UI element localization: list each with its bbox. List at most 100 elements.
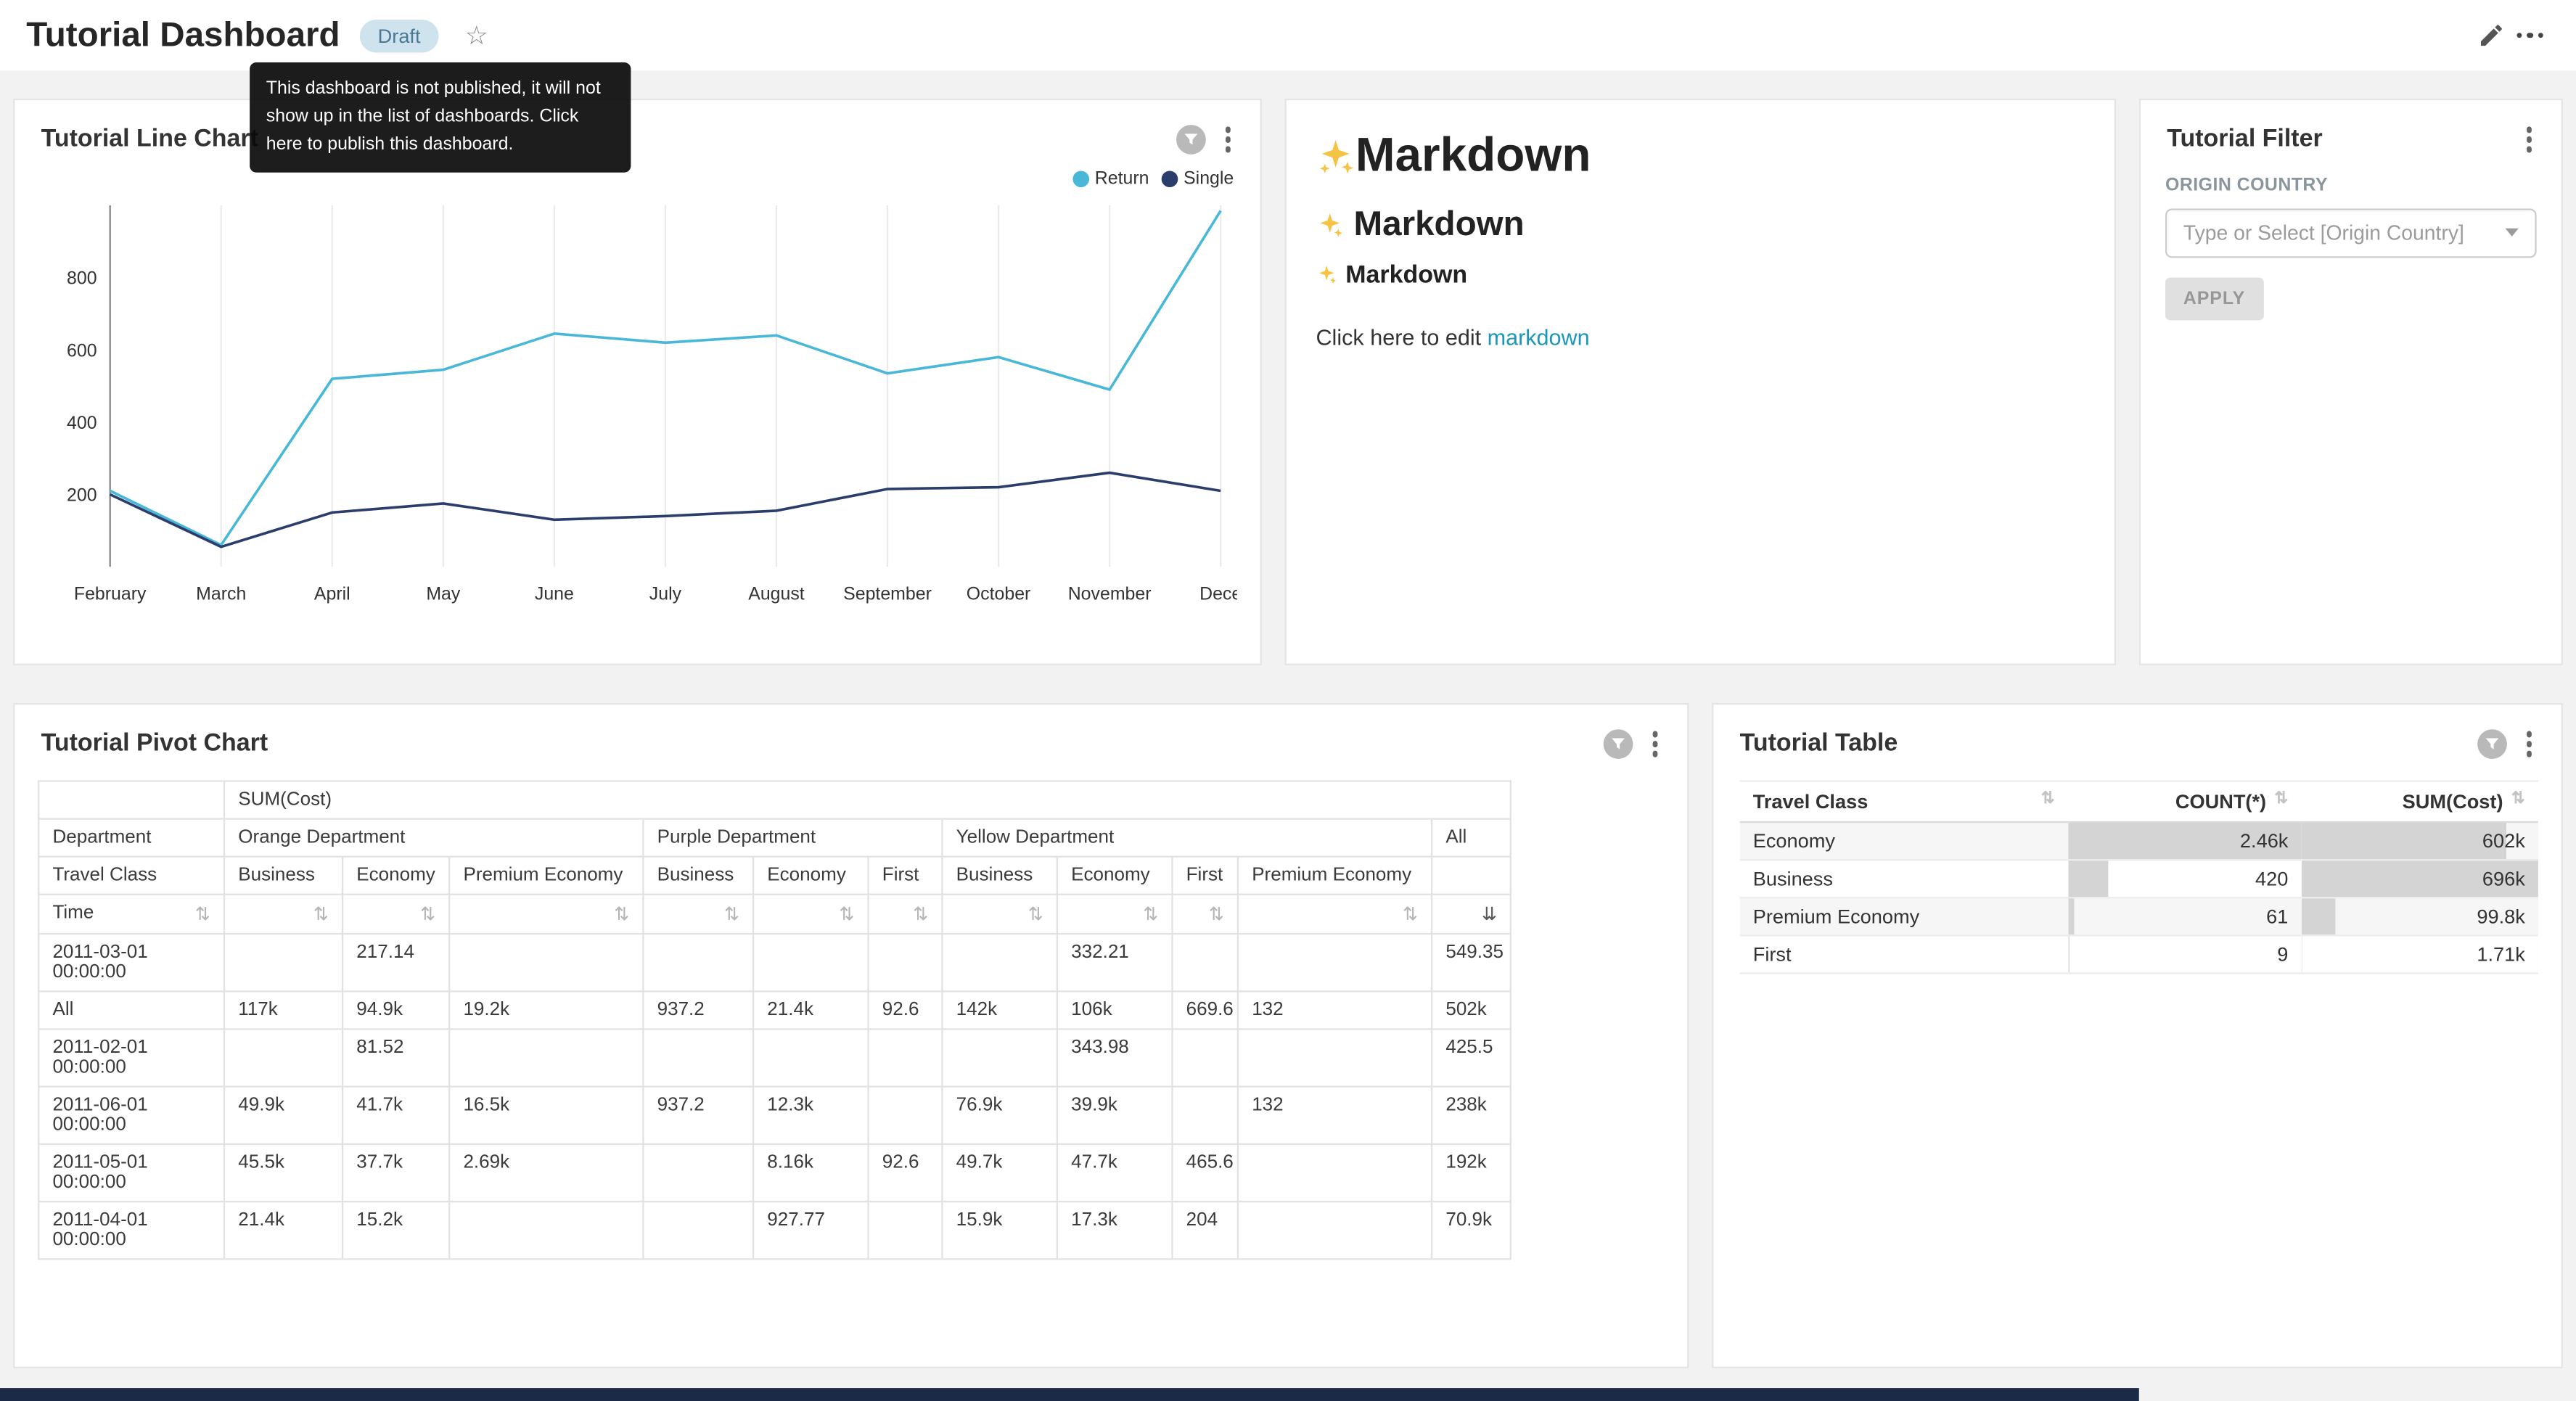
pivot-sort-cell: ⇅ [643,894,753,933]
sort-icon: ⇅ [2041,789,2055,808]
favorite-star-icon[interactable]: ☆ [465,19,488,52]
top-bar: Tutorial Dashboard Draft ☆ [0,0,2576,73]
sort-icon[interactable]: ⇅ [1403,903,1418,924]
pivot-cell [869,1028,943,1085]
svg-text:600: 600 [67,340,97,360]
sort-icon[interactable]: ⇅ [913,903,928,924]
legend-item-return[interactable]: Return [1073,168,1149,188]
line-chart-card: Tutorial Line Chart Return Single 200400… [13,99,1262,665]
pivot-cell [1172,1028,1238,1085]
svg-text:June: June [535,583,574,603]
col-header-sum[interactable]: SUM(Cost)⇅ [2302,780,2538,821]
sort-icon[interactable]: ⇅ [1209,903,1224,924]
pivot-cell: 343.98 [1057,1028,1172,1085]
pivot-cell: 19.2k [449,990,643,1028]
col-header-count[interactable]: COUNT(*)⇅ [2068,780,2302,821]
pivot-class-header: Economy [753,856,868,894]
pivot-cell [449,1201,643,1258]
markdown-h2: Markdown [1316,205,2085,245]
pivot-cell: 21.4k [753,990,868,1028]
pivot-cell: 45.5k [224,1143,342,1201]
cell-count: 61 [2068,897,2302,934]
funnel-icon [1182,131,1199,148]
filter-card-title: Tutorial Filter [2167,126,2522,153]
pivot-cell [869,933,943,990]
svg-text:400: 400 [67,412,97,432]
col-header-travel-class[interactable]: Travel Class⇅ [1740,780,2068,821]
pivot-card-kebab-icon[interactable] [1649,728,1661,760]
status-badge[interactable]: Draft [360,19,439,52]
pivot-time-header: Time⇅ [38,894,224,933]
cell-sum: 99.8k [2302,897,2538,934]
pivot-row: 2011-02-01 00:00:0081.52343.98425.5 [38,1028,1511,1085]
cell-sum: 696k [2302,859,2538,897]
svg-text:800: 800 [67,268,97,288]
sort-icon[interactable]: ⇅ [1143,903,1158,924]
line-chart-plot: 200400600800FebruaryMarchAprilMayJuneJul… [41,192,1237,612]
markdown-paragraph-text: Click here to edit [1316,325,1487,350]
sort-icon[interactable]: ⇅ [420,903,435,924]
pivot-cell: 49.7k [942,1143,1057,1201]
origin-country-select[interactable]: Type or Select [Origin Country] [2165,208,2537,257]
sort-icon[interactable]: ⇅ [839,903,854,924]
sort-icon[interactable]: ⇅ [195,903,210,924]
funnel-icon [1609,736,1626,752]
more-menu-icon[interactable] [2510,16,2549,55]
sort-icon[interactable]: ⇅ [614,903,629,924]
pivot-class-header: Premium Economy [449,856,643,894]
pivot-cell: 204 [1172,1201,1238,1258]
filter-indicator-icon[interactable] [2477,729,2506,759]
pivot-class-header: Economy [342,856,449,894]
sort-icon[interactable]: ⇅ [313,903,329,924]
edit-dashboard-icon[interactable] [2471,16,2510,55]
chevron-down-icon [2506,229,2519,237]
sort-icon[interactable]: ⇅ [1028,903,1043,924]
edit-markdown-link[interactable]: markdown [1488,325,1590,350]
filter-card-kebab-icon[interactable] [2522,123,2535,155]
markdown-card: Markdown Markdown Markdown Click here to… [1284,99,2116,665]
pivot-cell: 39.9k [1057,1086,1172,1143]
table-card-kebab-icon[interactable] [2522,728,2535,760]
filter-indicator-icon[interactable] [1603,729,1633,759]
pivot-cell: 15.9k [942,1201,1057,1258]
cell-travel-class: Business [1740,859,2068,897]
pivot-cell [449,1028,643,1085]
pivot-group-header: All [1432,818,1511,855]
pivot-measure-header: SUM(Cost) [224,780,1511,818]
origin-country-label: ORIGIN COUNTRY [2165,175,2537,194]
pivot-cell: 21.4k [224,1201,342,1258]
travel-class-table: Travel Class⇅COUNT(*)⇅SUM(Cost)⇅Economy2… [1740,779,2538,973]
pivot-cell: 937.2 [643,1086,753,1143]
legend-label-return: Return [1095,168,1149,188]
pivot-sort-cell: ⇅ [342,894,449,933]
pivot-cell [643,1028,753,1085]
pivot-cell: 502k [1432,990,1511,1028]
pivot-cell: 549.35 [1432,933,1511,990]
apply-button[interactable]: APPLY [2165,276,2263,319]
pivot-cell: 16.5k [449,1086,643,1143]
pivot-row-label: 2011-02-01 00:00:00 [38,1028,224,1085]
pencil-icon [2477,21,2504,49]
dashboard-page: Tutorial Dashboard Draft ☆ This dashboar… [0,0,2576,1401]
pivot-cell: 47.7k [1057,1143,1172,1201]
pivot-cell: 92.6 [869,990,943,1028]
markdown-h2-text: Markdown [1354,205,1525,245]
pivot-cell [869,1086,943,1143]
svg-text:200: 200 [67,484,97,504]
table-row: Economy2.46k602k [1740,821,2538,859]
pivot-cell [1172,1086,1238,1143]
svg-text:February: February [74,583,147,603]
pivot-cell [1238,1143,1432,1201]
pivot-cell: 37.7k [342,1143,449,1201]
filter-indicator-icon[interactable] [1176,125,1205,155]
line-chart-kebab-icon[interactable] [1221,123,1234,155]
table-row: Business420696k [1740,859,2538,897]
sparkle-icon [1316,211,1343,239]
svg-text:September: September [843,583,932,603]
sort-desc-icon[interactable]: ⇊ [1482,903,1497,924]
pivot-class-header: First [869,856,943,894]
pivot-cell: 238k [1432,1086,1511,1143]
legend-item-single[interactable]: Single [1162,168,1234,188]
pivot-cell: 106k [1057,990,1172,1028]
sort-icon[interactable]: ⇅ [724,903,739,924]
